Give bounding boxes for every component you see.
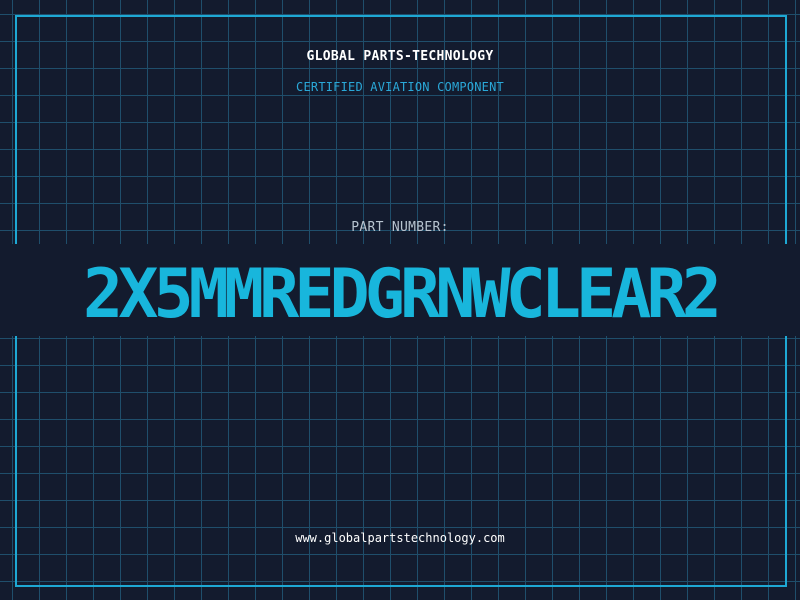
part-number-value: 2X5MMREDGRNWCLEAR2 — [83, 255, 722, 334]
company-name: GLOBAL PARTS-TECHNOLOGY — [306, 49, 494, 64]
part-number-label: PART NUMBER: — [351, 220, 449, 235]
certification-subtitle: CERTIFIED AVIATION COMPONENT — [296, 80, 504, 94]
website-url: www.globalpartstechnology.com — [295, 531, 505, 545]
